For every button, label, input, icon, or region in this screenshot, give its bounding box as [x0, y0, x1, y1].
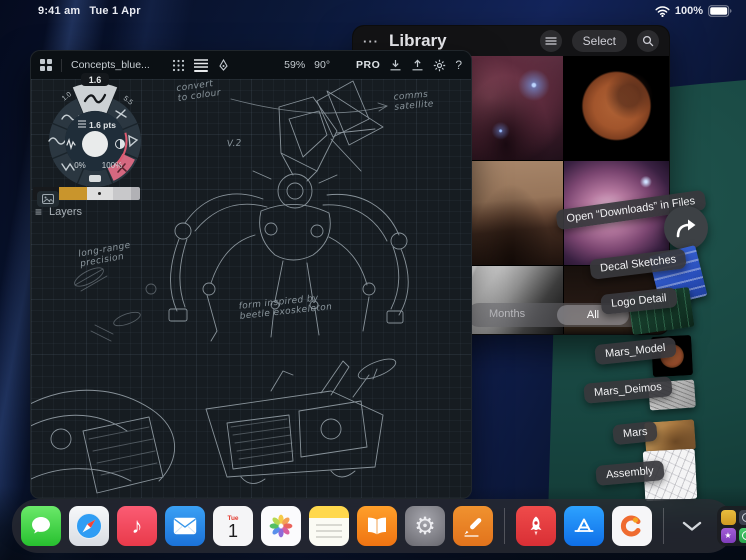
dock-app-rocket[interactable]	[516, 506, 556, 546]
zoom-level[interactable]: 59%	[284, 59, 305, 71]
appstore-a-icon	[574, 518, 594, 532]
color-puck[interactable]	[82, 131, 108, 157]
left-tool-size: 1.0	[61, 91, 73, 103]
mini-app-icon-star: ★	[720, 527, 736, 543]
safari-compass-icon	[76, 513, 102, 539]
rotation-value[interactable]: 90°	[314, 59, 330, 71]
mail-envelope-icon	[173, 517, 197, 535]
dock-app-photos[interactable]	[261, 506, 301, 546]
dock-app-calendar[interactable]: Tue 1	[213, 506, 253, 546]
search-icon	[642, 35, 654, 47]
share-drop-button[interactable]	[664, 206, 708, 250]
dock-app-music[interactable]: ♪	[117, 506, 157, 546]
rocket-icon	[530, 516, 542, 536]
list-lines-icon	[544, 37, 557, 45]
gear-icon[interactable]	[433, 59, 446, 72]
layers-panel-toggle[interactable]	[193, 58, 208, 72]
dock-app-books[interactable]	[357, 506, 397, 546]
dots-grid-icon[interactable]	[172, 59, 185, 72]
pen-nib-icon[interactable]	[217, 58, 230, 72]
forward-arrow-icon	[676, 219, 696, 238]
opacity-max: 100%	[102, 161, 122, 170]
status-date: Tue 1 Apr	[89, 5, 141, 17]
photo-horsehead-nebula[interactable]	[458, 56, 564, 160]
pro-badge[interactable]: PRO	[356, 59, 380, 71]
opacity-min: 0%	[74, 161, 86, 170]
mini-app-icon-camera	[738, 509, 746, 525]
c-swirl-icon	[620, 515, 641, 537]
battery-percent: 100%	[674, 5, 703, 17]
messages-bubble-icon	[32, 517, 50, 534]
document-title[interactable]: Concepts_blue...	[71, 59, 150, 71]
annotation-beetle: form inspired by beetle exoskeleton	[238, 293, 333, 322]
import-icon[interactable]	[389, 59, 402, 72]
clock-date: 9:41 am Tue 1 Apr	[38, 5, 150, 17]
search-button[interactable]	[637, 30, 659, 52]
photos-flower-icon	[269, 514, 293, 538]
pen-icon	[464, 518, 482, 537]
dock-divider	[504, 508, 505, 544]
dock-app-c[interactable]	[612, 506, 652, 546]
size-readout: 1.6 pts	[89, 120, 116, 130]
dock-app-concepts[interactable]	[453, 506, 493, 546]
filter-button[interactable]	[539, 30, 562, 52]
status-bar: 9:41 am Tue 1 Apr 100%	[0, 0, 746, 24]
chevron-down-icon	[682, 521, 702, 531]
dock-app-messages[interactable]	[21, 506, 61, 546]
right-tool-size: 5.5	[122, 95, 134, 107]
dock-app-library-tile[interactable]: ★	[717, 506, 746, 546]
help-button[interactable]: ?	[455, 58, 462, 72]
annotation-convert: convert to colour	[175, 78, 222, 104]
tab-months[interactable]: Months	[489, 308, 525, 320]
wifi-icon	[655, 5, 670, 17]
mini-app-icon-yellow	[720, 509, 736, 525]
music-note-icon: ♪	[131, 513, 143, 538]
photo-desert-ridge[interactable]	[458, 161, 564, 265]
dock: ♪ Tue 1 ⚙ ★	[12, 499, 746, 553]
calendar-day: 1	[227, 521, 238, 541]
annotation-version: V.2	[226, 138, 243, 150]
reference-image-button[interactable]	[37, 191, 59, 207]
battery-icon	[708, 5, 732, 17]
window-grid-icon[interactable]	[40, 59, 52, 71]
dock-app-safari[interactable]	[69, 506, 109, 546]
photo-mars-globe[interactable]	[564, 56, 669, 160]
dock-app-mail[interactable]	[165, 506, 205, 546]
status-time: 9:41 am	[38, 5, 81, 17]
dock-app-notes[interactable]	[309, 506, 349, 546]
annotation-satellite: comms satellite	[393, 89, 435, 113]
mini-app-icon-green	[738, 527, 746, 543]
annotation-long-range: long-range precision	[77, 240, 132, 270]
concepts-app-window: convert to colour comms satellite V.2 long…	[30, 50, 472, 499]
ipad-screen: ··· Library Select Months All convert to…	[0, 0, 746, 560]
select-button[interactable]: Select	[571, 30, 627, 52]
gear-glyph-icon: ⚙	[414, 512, 436, 540]
open-book-icon	[368, 517, 386, 535]
slice-tool-icon	[89, 175, 101, 182]
library-title: Library	[389, 31, 447, 50]
dock-collapse-button[interactable]	[677, 511, 707, 541]
active-size-badge: 1.6	[89, 75, 102, 85]
dock-app-appstore[interactable]	[564, 506, 604, 546]
overflow-menu-button[interactable]: ···	[363, 34, 379, 49]
dock-divider	[663, 508, 664, 544]
dock-app-settings[interactable]: ⚙	[405, 506, 445, 546]
export-icon[interactable]	[411, 59, 424, 72]
